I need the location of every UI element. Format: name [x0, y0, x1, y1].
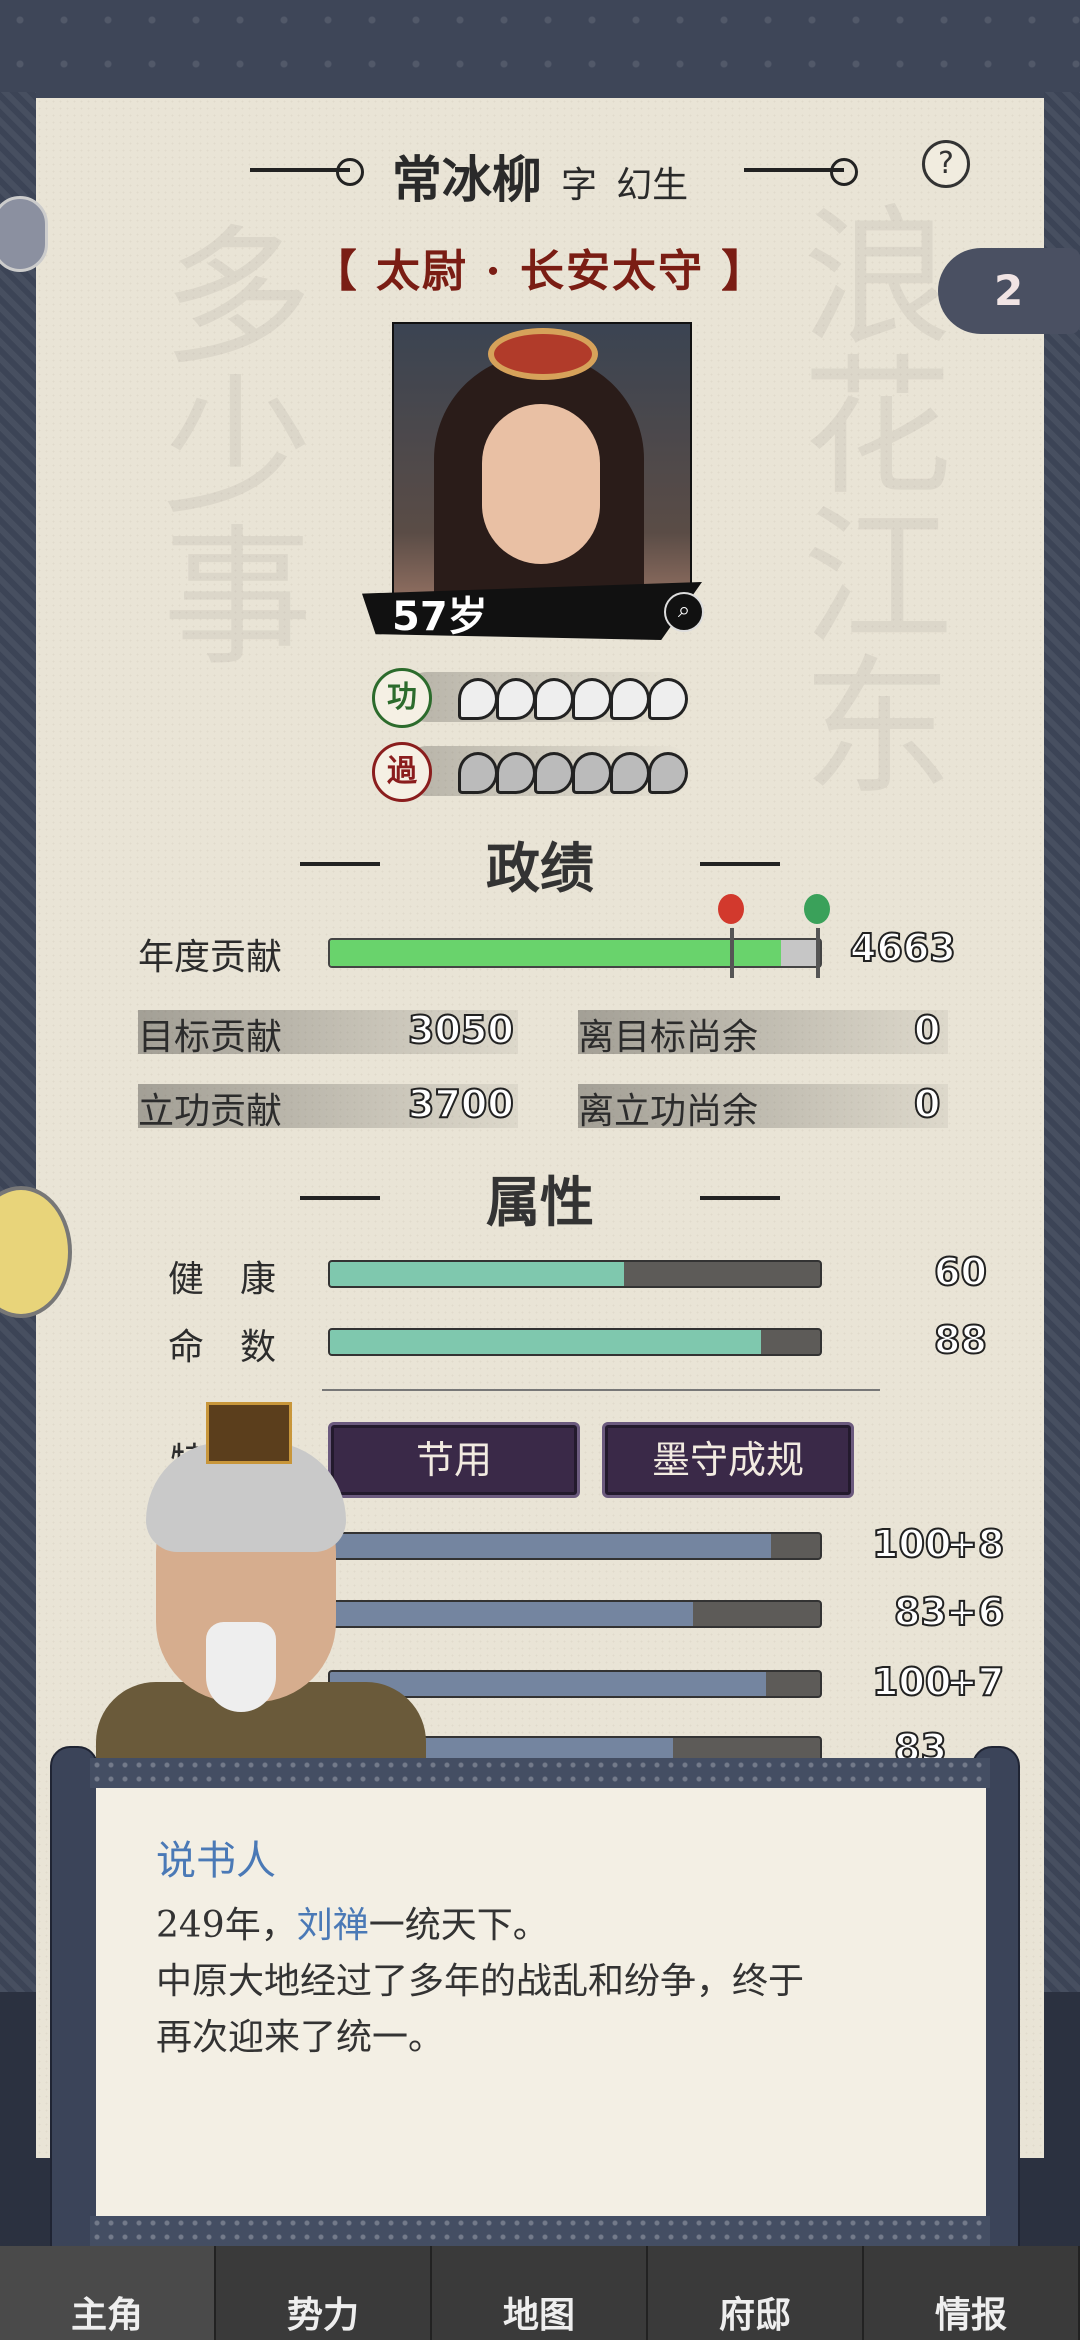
merit-token-icon [534, 678, 574, 720]
demerit-row: 過 [372, 742, 692, 802]
ability-value: 100 [871, 1659, 952, 1705]
attributes-divider [322, 1389, 880, 1391]
ability-bonus: +7 [945, 1659, 1005, 1705]
demerit-token-icon [496, 752, 536, 794]
dialog-line-1: 249年，刘禅一统天下。 [156, 1896, 549, 1948]
annual-contribution-bar [328, 938, 822, 968]
target-pin-icon [718, 894, 744, 924]
narrator-hat [206, 1402, 292, 1464]
ability-bonus: +6 [945, 1589, 1005, 1635]
merit-contribution-label: 立功贡献 [138, 1091, 283, 1132]
scroll-border-top [90, 1758, 990, 1788]
dialog-line-1-pre: 249年， [156, 1905, 297, 1946]
bottom-navigation: 主角 势力 地图 府邸 情报 [0, 2246, 1080, 2340]
merit-token-icon [648, 678, 688, 720]
nav-tab-mansion[interactable]: 府邸 [648, 2246, 864, 2340]
demerit-token-icon [610, 752, 650, 794]
left-frame [0, 92, 36, 1992]
nav-tab-protagonist[interactable]: 主角 [0, 2246, 216, 2340]
scroll-border-bottom [90, 2216, 990, 2246]
merit-token-icon [496, 678, 536, 720]
target-remaining-label: 离目标尚余 [578, 1017, 759, 1058]
dialog-line-2: 中原大地经过了多年的战乱和纷争，终于 [156, 1961, 805, 2002]
right-frame [1044, 92, 1080, 1992]
annual-contribution-value: 4663 [849, 925, 957, 971]
attributes-section-title: 属性 [486, 1170, 594, 1234]
fate-fill [330, 1330, 762, 1354]
merit-remaining-label: 离立功尚余 [578, 1091, 759, 1132]
scroll-roller-left [50, 1746, 98, 2270]
narrator-portrait [96, 1402, 426, 1802]
nav-tab-intel[interactable]: 情报 [864, 2246, 1080, 2340]
fate-value: 88 [933, 1317, 988, 1363]
ability-value: 100 [871, 1521, 952, 1567]
performance-section-title: 政绩 [486, 836, 594, 900]
ability-bonus: +8 [945, 1521, 1005, 1567]
target-contribution-label: 目标贡献 [138, 1017, 283, 1058]
merit-token-icon [610, 678, 650, 720]
notification-count: 2 [994, 266, 1024, 315]
character-portrait[interactable] [392, 322, 692, 624]
annual-contribution-fill [330, 940, 781, 966]
character-name: 常冰柳 [391, 150, 542, 209]
health-label: 健 康 [168, 1259, 277, 1300]
merit-remaining-value: 0 [913, 1081, 941, 1127]
trait-button[interactable]: 墨守成规 [602, 1422, 854, 1498]
dialog-line-1-post: 一统天下。 [368, 1905, 549, 1946]
notification-cloud-badge[interactable]: 2 [938, 248, 1080, 334]
top-decorative-band [0, 0, 1080, 104]
demerit-icon: 過 [372, 742, 432, 802]
target-marker [730, 928, 734, 978]
character-office-title: 【 太尉 · 长安太守 】 [312, 246, 768, 297]
target-remaining-value: 0 [913, 1007, 941, 1053]
help-icon[interactable]: ? [922, 140, 970, 188]
narrator-beard [206, 1622, 276, 1712]
merit-pin-icon [804, 894, 830, 924]
background-calligraphy: 多少事 [137, 218, 311, 668]
demerit-token-icon [648, 752, 688, 794]
demerit-token-icon [534, 752, 574, 794]
health-fill [330, 1262, 624, 1286]
nav-tab-map[interactable]: 地图 [432, 2246, 648, 2340]
demerit-token-icon [458, 752, 498, 794]
target-contribution-value: 3050 [407, 1007, 515, 1053]
health-bar [328, 1260, 822, 1288]
dialog-speaker: 说书人 [156, 1838, 276, 1884]
ability-value: 83 [893, 1589, 948, 1635]
character-name-row: 常冰柳 字 幻生 [0, 140, 1080, 212]
merit-icon: 功 [372, 668, 432, 728]
demerit-token-icon [572, 752, 612, 794]
fate-bar [328, 1328, 822, 1356]
portrait-face [482, 404, 600, 564]
magnifier-icon[interactable]: ⌕ [664, 592, 704, 632]
health-value: 60 [933, 1249, 988, 1295]
story-dialog[interactable]: 说书人 249年，刘禅一统天下。 中原大地经过了多年的战乱和纷争，终于 再次迎来… [96, 1788, 986, 2218]
courtesy-prefix: 字 [560, 165, 597, 206]
merit-row: 功 [372, 668, 692, 728]
character-age: 57岁 [392, 594, 488, 640]
merit-marker [816, 928, 820, 978]
annual-contribution-label: 年度贡献 [138, 937, 283, 978]
dialog-line-3: 再次迎来了统一。 [156, 2017, 445, 2058]
portrait-headdress [494, 334, 592, 374]
merit-token-icon [458, 678, 498, 720]
merit-token-icon [572, 678, 612, 720]
nav-tab-faction[interactable]: 势力 [216, 2246, 432, 2340]
merit-contribution-value: 3700 [407, 1081, 515, 1127]
dialog-highlight-name: 刘禅 [296, 1905, 369, 1946]
fate-label: 命 数 [168, 1327, 277, 1368]
courtesy-name: 幻生 [616, 165, 689, 206]
